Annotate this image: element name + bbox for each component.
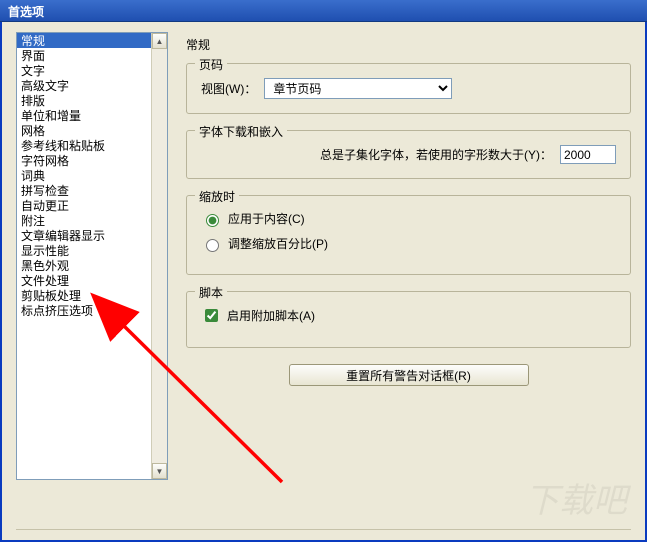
reset-warnings-label: 重置所有警告对话框(R): [346, 369, 471, 383]
group-fonts-legend: 字体下载和嵌入: [195, 123, 287, 140]
sidebar-item[interactable]: 高级文字: [17, 78, 151, 93]
preferences-window: 首选项 常规界面文字高级文字排版单位和增量网格参考线和粘贴板字符网格词典拼写检查…: [0, 0, 647, 542]
sidebar-item[interactable]: 排版: [17, 93, 151, 108]
group-scripts-legend: 脚本: [195, 284, 227, 301]
scroll-track[interactable]: [152, 49, 167, 463]
sidebar-item[interactable]: 单位和增量: [17, 108, 151, 123]
radio-adjust-percent-input[interactable]: [206, 239, 219, 252]
client-area: 常规界面文字高级文字排版单位和增量网格参考线和粘贴板字符网格词典拼写检查自动更正…: [0, 22, 647, 542]
content-panel: 常规 页码 视图(W)： 章节页码 字体下载和嵌入 总是子集化字体，若使用的字形…: [186, 32, 631, 528]
radio-adjust-percent[interactable]: 调整缩放百分比(P): [201, 235, 616, 252]
sidebar-item[interactable]: 黑色外观: [17, 258, 151, 273]
sidebar-item[interactable]: 文章编辑器显示: [17, 228, 151, 243]
check-enable-scripts-label: 启用附加脚本(A): [227, 307, 315, 324]
sidebar-item[interactable]: 界面: [17, 48, 151, 63]
radio-adjust-percent-label: 调整缩放百分比(P): [228, 235, 328, 252]
sidebar-item[interactable]: 文件处理: [17, 273, 151, 288]
scroll-down-button[interactable]: ▼: [152, 463, 167, 479]
scrollbar[interactable]: ▲ ▼: [151, 33, 167, 479]
scroll-up-button[interactable]: ▲: [152, 33, 167, 49]
radio-apply-to-content[interactable]: 应用于内容(C): [201, 210, 616, 227]
subset-input[interactable]: [560, 145, 616, 164]
sidebar-item[interactable]: 附注: [17, 213, 151, 228]
view-label: 视图(W)：: [201, 80, 256, 97]
sidebar-item[interactable]: 剪贴板处理: [17, 288, 151, 303]
check-enable-scripts-input[interactable]: [205, 309, 218, 322]
sidebar-item[interactable]: 标点挤压选项: [17, 303, 151, 318]
group-page-numbers: 页码 视图(W)： 章节页码: [186, 63, 631, 114]
group-scripts: 脚本 启用附加脚本(A): [186, 291, 631, 348]
sidebar-item[interactable]: 显示性能: [17, 243, 151, 258]
sidebar-item[interactable]: 词典: [17, 168, 151, 183]
subset-label: 总是子集化字体，若使用的字形数大于(Y)：: [320, 146, 552, 163]
sidebar-item[interactable]: 常规: [17, 33, 151, 48]
group-page-numbers-legend: 页码: [195, 56, 227, 73]
bottom-divider: [16, 529, 631, 530]
sidebar-item[interactable]: 拼写检查: [17, 183, 151, 198]
group-fonts: 字体下载和嵌入 总是子集化字体，若使用的字形数大于(Y)：: [186, 130, 631, 179]
reset-warnings-button[interactable]: 重置所有警告对话框(R): [289, 364, 529, 386]
panel-heading: 常规: [186, 36, 631, 53]
sidebar-item[interactable]: 字符网格: [17, 153, 151, 168]
sidebar-item[interactable]: 文字: [17, 63, 151, 78]
view-combo[interactable]: 章节页码: [264, 78, 452, 99]
check-enable-scripts[interactable]: 启用附加脚本(A): [201, 306, 616, 325]
radio-apply-to-content-label: 应用于内容(C): [228, 210, 305, 227]
sidebar-item[interactable]: 自动更正: [17, 198, 151, 213]
titlebar[interactable]: 首选项: [0, 0, 647, 22]
category-listbox[interactable]: 常规界面文字高级文字排版单位和增量网格参考线和粘贴板字符网格词典拼写检查自动更正…: [17, 33, 151, 479]
group-scaling: 缩放时 应用于内容(C) 调整缩放百分比(P): [186, 195, 631, 275]
sidebar-item[interactable]: 参考线和粘贴板: [17, 138, 151, 153]
category-list: 常规界面文字高级文字排版单位和增量网格参考线和粘贴板字符网格词典拼写检查自动更正…: [16, 32, 168, 480]
group-scaling-legend: 缩放时: [195, 188, 239, 205]
sidebar-item[interactable]: 网格: [17, 123, 151, 138]
window-title: 首选项: [8, 5, 44, 19]
radio-apply-to-content-input[interactable]: [206, 214, 219, 227]
